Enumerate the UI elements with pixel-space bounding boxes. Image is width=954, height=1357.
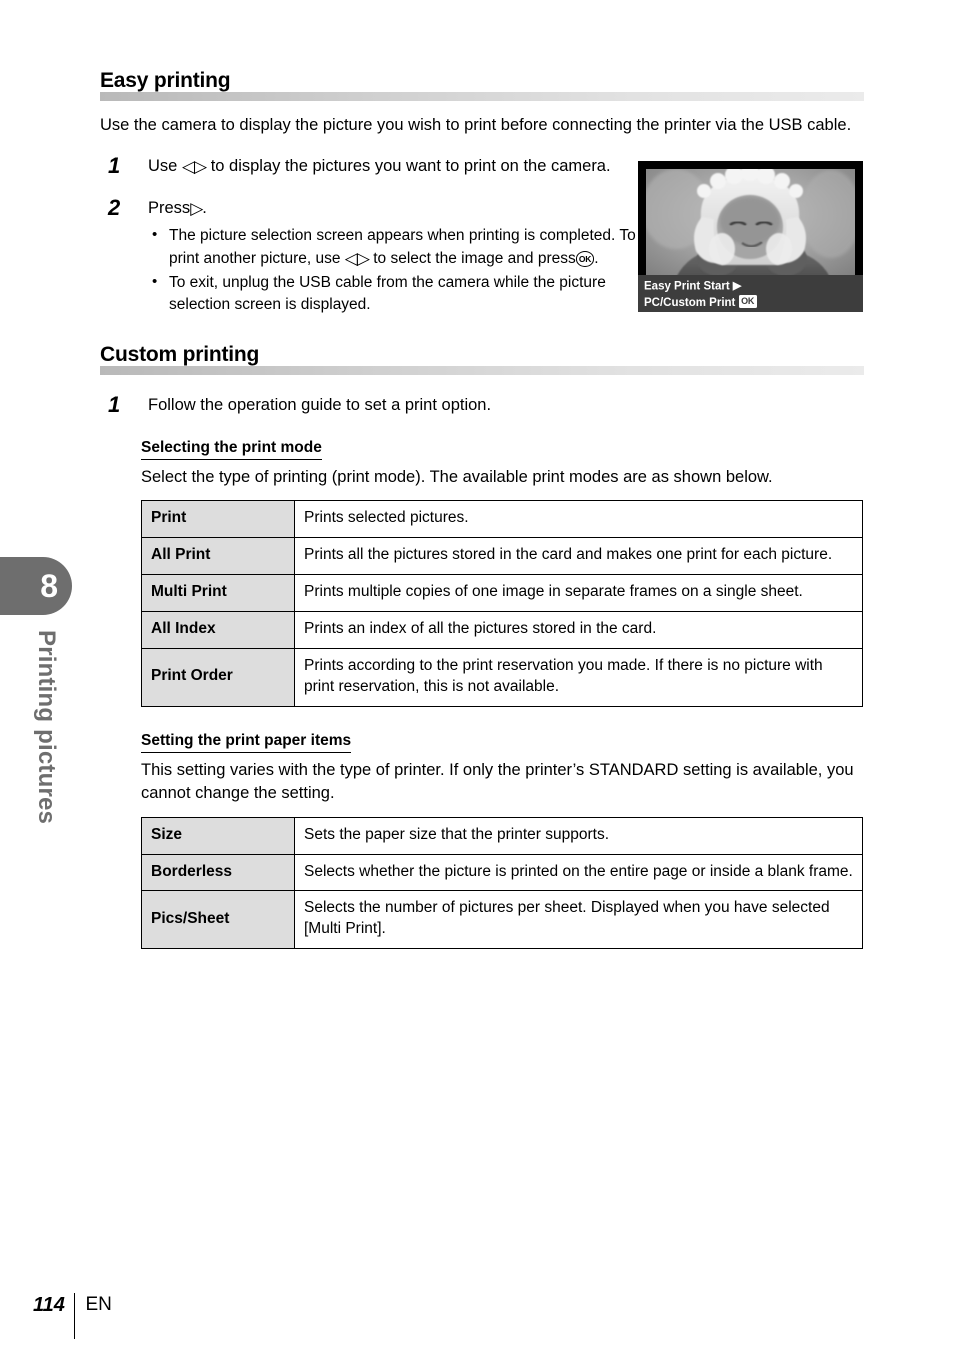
bullet-part-1: To exit, unplug the USB cable from the c… [169,273,606,314]
page-footer: 114 EN [33,1293,112,1339]
section-heading-easy-printing: Easy printing [100,69,864,102]
table-cell-value: Selects whether the picture is printed o… [294,853,863,892]
step-text-after: to display the pictures you want to prin… [210,157,611,176]
table-cell-value: Prints all the pictures stored in the ca… [294,537,863,575]
subsection-print-paper-items: Setting the print paper items This setti… [141,731,864,950]
step-2-easy-printing: 2 Press▷. The picture selection screen a… [100,195,864,317]
table-cell-value: Prints according to the print reservatio… [294,647,863,707]
bullet-part-3: . [594,249,599,267]
left-right-arrow-icon: ◁▷ [181,157,207,177]
section-heading-custom-printing: Custom printing [100,342,864,375]
step-text: Use ◁▷ to display the pictures you want … [148,155,618,179]
step-number: 1 [108,153,121,179]
bullet-item: To exit, unplug the USB cable from the c… [148,271,643,317]
table-cell-value: Prints multiple copies of one image in s… [294,573,863,612]
table-cell-key: All Index [141,610,295,649]
step-text: Press▷. [148,197,864,221]
page-content: Easy printing Use the camera to display … [100,0,864,950]
subsection-body: Select the type of printing (print mode)… [141,467,773,486]
table-row: Pics/Sheet Selects the number of picture… [141,890,863,950]
table-row: All Index Prints an index of all the pic… [141,610,863,649]
table-cell-value: Prints an index of all the pictures stor… [294,610,863,649]
right-arrow-icon: ▷ [190,199,203,219]
table-cell-key: Pics/Sheet [141,890,295,950]
table-cell-key: Print Order [141,647,295,707]
section-title: Easy printing [100,69,231,92]
step-text: Follow the operation guide to set a prin… [148,395,492,414]
table-cell-key: Multi Print [141,573,295,612]
page-number: 114 [33,1294,65,1316]
step-1-custom-printing: 1 Follow the operation guide to set a pr… [100,391,864,418]
table-row: Borderless Selects whether the picture i… [141,853,863,892]
step-2-bullet-list: The picture selection screen appears whe… [148,224,864,317]
table-row: Print Order Prints according to the prin… [141,647,863,707]
table-cell-value: Prints selected pictures. [294,500,863,539]
table-cell-key: Borderless [141,853,295,892]
table-row: Multi Print Prints multiple copies of on… [141,573,863,612]
heading-rule [100,92,864,102]
ok-button-icon: OK [575,251,595,267]
chapter-number: 8 [40,568,58,604]
step-text-after: . [202,199,207,218]
bullet-item: The picture selection screen appears whe… [148,224,643,270]
step-text-before: Use [148,157,178,176]
language-code: EN [85,1294,112,1315]
table-cell-key: All Print [141,537,295,575]
table-cell-key: Size [141,816,295,855]
subsection-title: Selecting the print mode [141,438,322,460]
subsection-body: This setting varies with the type of pri… [141,760,854,803]
table-row: Size Sets the paper size that the printe… [141,816,863,855]
section-title: Custom printing [100,342,260,366]
left-right-arrow-icon: ◁▷ [344,248,370,268]
print-paper-table: Size Sets the paper size that the printe… [141,816,863,950]
bullet-part-2: to select the image and press [373,249,576,267]
step-text-before: Press [148,199,191,218]
table-cell-value: Selects the number of pictures per sheet… [294,890,863,950]
print-mode-table: Print Prints selected pictures. All Prin… [141,500,863,707]
heading-rule [100,365,864,375]
easy-printing-intro: Use the camera to display the picture yo… [100,116,852,135]
chapter-label: Printing pictures [33,630,60,825]
subsection-selecting-print-mode: Selecting the print mode Select the type… [141,438,864,707]
table-row: All Print Prints all the pictures stored… [141,537,863,575]
step-1-easy-printing: 1 Use ◁▷ to display the pictures you wan… [100,153,864,179]
chapter-tab: 8 [0,557,72,615]
subsection-title: Setting the print paper items [141,731,352,753]
step-number: 2 [108,195,121,221]
table-cell-value: Sets the paper size that the printer sup… [294,816,863,855]
step-number: 1 [108,391,121,417]
table-cell-key: Print [141,500,295,539]
table-row: Print Prints selected pictures. [141,500,863,539]
